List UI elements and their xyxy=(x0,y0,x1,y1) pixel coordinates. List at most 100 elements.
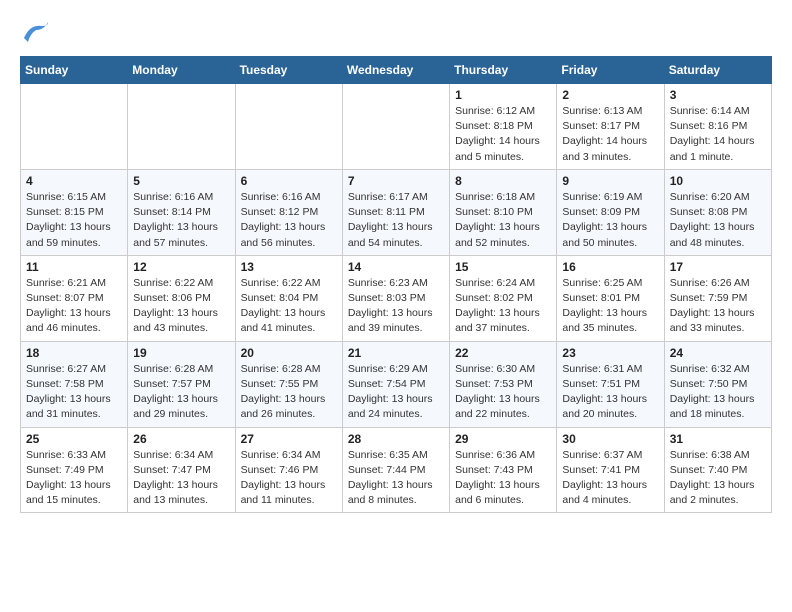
day-info: Sunrise: 6:16 AM Sunset: 8:14 PM Dayligh… xyxy=(133,190,229,251)
calendar-week-row: 1 Sunrise: 6:12 AM Sunset: 8:18 PM Daylig… xyxy=(21,84,772,170)
header xyxy=(20,16,772,48)
day-number: 6 xyxy=(241,174,337,188)
day-number: 28 xyxy=(348,432,444,446)
day-info: Sunrise: 6:33 AM Sunset: 7:49 PM Dayligh… xyxy=(26,448,122,509)
calendar-cell: 25 Sunrise: 6:33 AM Sunset: 7:49 PM Dayli… xyxy=(21,427,128,513)
calendar-cell: 11Sunrise: 6:21 AM Sunset: 8:07 PM Dayli… xyxy=(21,255,128,341)
day-number: 29 xyxy=(455,432,551,446)
logo xyxy=(20,16,56,48)
calendar-cell: 26 Sunrise: 6:34 AM Sunset: 7:47 PM Dayli… xyxy=(128,427,235,513)
day-info: Sunrise: 6:18 AM Sunset: 8:10 PM Dayligh… xyxy=(455,190,551,251)
calendar-cell xyxy=(21,84,128,170)
day-info: Sunrise: 6:22 AM Sunset: 8:04 PM Dayligh… xyxy=(241,276,337,337)
day-number: 7 xyxy=(348,174,444,188)
day-info: Sunrise: 6:15 AM Sunset: 8:15 PM Dayligh… xyxy=(26,190,122,251)
day-number: 13 xyxy=(241,260,337,274)
day-info: Sunrise: 6:37 AM Sunset: 7:41 PM Dayligh… xyxy=(562,448,658,509)
day-info: Sunrise: 6:20 AM Sunset: 8:08 PM Dayligh… xyxy=(670,190,766,251)
day-number: 27 xyxy=(241,432,337,446)
calendar-week-row: 4 Sunrise: 6:15 AM Sunset: 8:15 PM Daylig… xyxy=(21,169,772,255)
day-number: 12 xyxy=(133,260,229,274)
day-info: Sunrise: 6:34 AM Sunset: 7:47 PM Dayligh… xyxy=(133,448,229,509)
day-number: 8 xyxy=(455,174,551,188)
day-info: Sunrise: 6:36 AM Sunset: 7:43 PM Dayligh… xyxy=(455,448,551,509)
day-info: Sunrise: 6:32 AM Sunset: 7:50 PM Dayligh… xyxy=(670,362,766,423)
day-of-week-header: Monday xyxy=(128,57,235,84)
day-number: 24 xyxy=(670,346,766,360)
day-of-week-header: Tuesday xyxy=(235,57,342,84)
day-number: 15 xyxy=(455,260,551,274)
day-number: 14 xyxy=(348,260,444,274)
calendar-cell: 4 Sunrise: 6:15 AM Sunset: 8:15 PM Daylig… xyxy=(21,169,128,255)
calendar-cell: 2 Sunrise: 6:13 AM Sunset: 8:17 PM Daylig… xyxy=(557,84,664,170)
day-info: Sunrise: 6:12 AM Sunset: 8:18 PM Dayligh… xyxy=(455,104,551,165)
day-info: Sunrise: 6:21 AM Sunset: 8:07 PM Dayligh… xyxy=(26,276,122,337)
calendar-cell: 7 Sunrise: 6:17 AM Sunset: 8:11 PM Daylig… xyxy=(342,169,449,255)
day-info: Sunrise: 6:25 AM Sunset: 8:01 PM Dayligh… xyxy=(562,276,658,337)
day-info: Sunrise: 6:31 AM Sunset: 7:51 PM Dayligh… xyxy=(562,362,658,423)
day-info: Sunrise: 6:35 AM Sunset: 7:44 PM Dayligh… xyxy=(348,448,444,509)
calendar-cell: 28 Sunrise: 6:35 AM Sunset: 7:44 PM Dayli… xyxy=(342,427,449,513)
calendar-header-row: SundayMondayTuesdayWednesdayThursdayFrid… xyxy=(21,57,772,84)
day-number: 10 xyxy=(670,174,766,188)
calendar-cell: 13 Sunrise: 6:22 AM Sunset: 8:04 PM Dayli… xyxy=(235,255,342,341)
calendar-cell: 20 Sunrise: 6:28 AM Sunset: 7:55 PM Dayli… xyxy=(235,341,342,427)
calendar-cell: 9Sunrise: 6:19 AM Sunset: 8:09 PM Daylig… xyxy=(557,169,664,255)
day-info: Sunrise: 6:28 AM Sunset: 7:55 PM Dayligh… xyxy=(241,362,337,423)
calendar-cell: 5Sunrise: 6:16 AM Sunset: 8:14 PM Daylig… xyxy=(128,169,235,255)
day-number: 17 xyxy=(670,260,766,274)
calendar-cell: 23 Sunrise: 6:31 AM Sunset: 7:51 PM Dayli… xyxy=(557,341,664,427)
day-number: 1 xyxy=(455,88,551,102)
calendar-cell: 12Sunrise: 6:22 AM Sunset: 8:06 PM Dayli… xyxy=(128,255,235,341)
calendar-cell: 22Sunrise: 6:30 AM Sunset: 7:53 PM Dayli… xyxy=(450,341,557,427)
day-info: Sunrise: 6:13 AM Sunset: 8:17 PM Dayligh… xyxy=(562,104,658,165)
calendar-cell: 24 Sunrise: 6:32 AM Sunset: 7:50 PM Dayli… xyxy=(664,341,771,427)
calendar-cell xyxy=(342,84,449,170)
logo-bird-icon xyxy=(20,16,52,48)
calendar-cell: 31 Sunrise: 6:38 AM Sunset: 7:40 PM Dayli… xyxy=(664,427,771,513)
day-number: 4 xyxy=(26,174,122,188)
day-info: Sunrise: 6:16 AM Sunset: 8:12 PM Dayligh… xyxy=(241,190,337,251)
day-info: Sunrise: 6:27 AM Sunset: 7:58 PM Dayligh… xyxy=(26,362,122,423)
day-number: 26 xyxy=(133,432,229,446)
calendar-cell: 29 Sunrise: 6:36 AM Sunset: 7:43 PM Dayli… xyxy=(450,427,557,513)
calendar-cell: 16 Sunrise: 6:25 AM Sunset: 8:01 PM Dayli… xyxy=(557,255,664,341)
calendar-cell: 10 Sunrise: 6:20 AM Sunset: 8:08 PM Dayli… xyxy=(664,169,771,255)
calendar-cell: 15 Sunrise: 6:24 AM Sunset: 8:02 PM Dayli… xyxy=(450,255,557,341)
day-info: Sunrise: 6:26 AM Sunset: 7:59 PM Dayligh… xyxy=(670,276,766,337)
calendar-cell: 6 Sunrise: 6:16 AM Sunset: 8:12 PM Daylig… xyxy=(235,169,342,255)
calendar-cell: 3 Sunrise: 6:14 AM Sunset: 8:16 PM Daylig… xyxy=(664,84,771,170)
day-of-week-header: Wednesday xyxy=(342,57,449,84)
day-number: 19 xyxy=(133,346,229,360)
calendar-week-row: 11Sunrise: 6:21 AM Sunset: 8:07 PM Dayli… xyxy=(21,255,772,341)
calendar-cell: 8 Sunrise: 6:18 AM Sunset: 8:10 PM Daylig… xyxy=(450,169,557,255)
calendar-cell: 18 Sunrise: 6:27 AM Sunset: 7:58 PM Dayli… xyxy=(21,341,128,427)
day-info: Sunrise: 6:17 AM Sunset: 8:11 PM Dayligh… xyxy=(348,190,444,251)
day-number: 16 xyxy=(562,260,658,274)
day-of-week-header: Friday xyxy=(557,57,664,84)
day-info: Sunrise: 6:14 AM Sunset: 8:16 PM Dayligh… xyxy=(670,104,766,165)
day-number: 30 xyxy=(562,432,658,446)
calendar-cell: 30 Sunrise: 6:37 AM Sunset: 7:41 PM Dayli… xyxy=(557,427,664,513)
day-number: 3 xyxy=(670,88,766,102)
day-info: Sunrise: 6:30 AM Sunset: 7:53 PM Dayligh… xyxy=(455,362,551,423)
day-of-week-header: Thursday xyxy=(450,57,557,84)
calendar-cell: 19Sunrise: 6:28 AM Sunset: 7:57 PM Dayli… xyxy=(128,341,235,427)
day-number: 21 xyxy=(348,346,444,360)
day-of-week-header: Sunday xyxy=(21,57,128,84)
day-number: 20 xyxy=(241,346,337,360)
calendar-cell xyxy=(128,84,235,170)
calendar-week-row: 18 Sunrise: 6:27 AM Sunset: 7:58 PM Dayli… xyxy=(21,341,772,427)
day-number: 18 xyxy=(26,346,122,360)
calendar-cell: 1 Sunrise: 6:12 AM Sunset: 8:18 PM Daylig… xyxy=(450,84,557,170)
day-number: 23 xyxy=(562,346,658,360)
day-info: Sunrise: 6:29 AM Sunset: 7:54 PM Dayligh… xyxy=(348,362,444,423)
day-of-week-header: Saturday xyxy=(664,57,771,84)
day-number: 25 xyxy=(26,432,122,446)
day-info: Sunrise: 6:24 AM Sunset: 8:02 PM Dayligh… xyxy=(455,276,551,337)
day-info: Sunrise: 6:23 AM Sunset: 8:03 PM Dayligh… xyxy=(348,276,444,337)
calendar-cell: 17 Sunrise: 6:26 AM Sunset: 7:59 PM Dayli… xyxy=(664,255,771,341)
day-number: 31 xyxy=(670,432,766,446)
day-info: Sunrise: 6:38 AM Sunset: 7:40 PM Dayligh… xyxy=(670,448,766,509)
day-number: 2 xyxy=(562,88,658,102)
